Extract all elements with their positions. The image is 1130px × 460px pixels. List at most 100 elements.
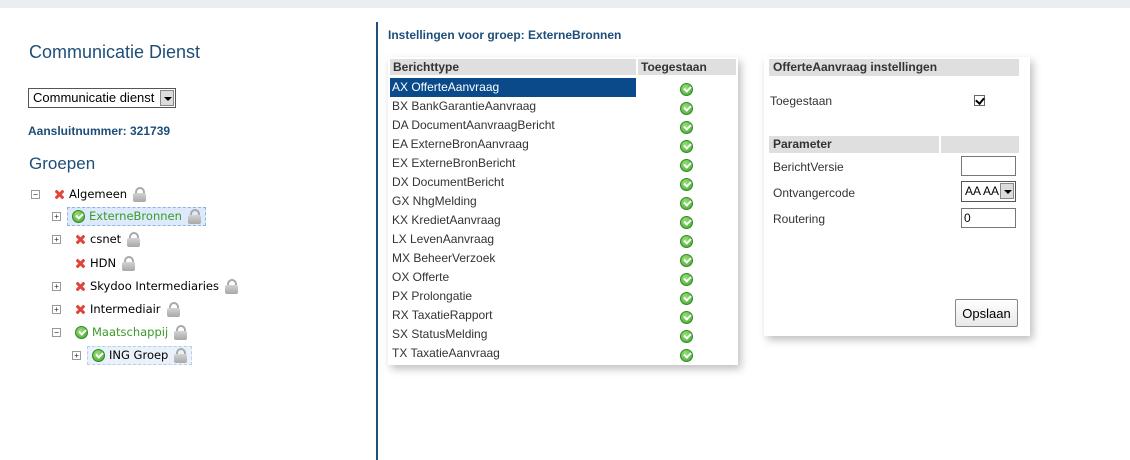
table-row[interactable]: DA DocumentAanvraagBericht <box>390 116 736 135</box>
lock-icon <box>133 186 147 202</box>
table-row[interactable]: EA ExterneBronAanvraag <box>390 135 736 154</box>
table-header: Berichttype Toegestaan <box>390 59 736 75</box>
error-icon <box>54 189 65 200</box>
panel-divider <box>376 22 378 460</box>
toegestaan-cell <box>636 136 736 153</box>
column-header-toegestaan[interactable]: Toegestaan <box>638 59 736 75</box>
table-row[interactable]: SX StatusMelding <box>390 325 736 344</box>
routering-input[interactable]: 0 <box>961 208 1016 228</box>
check-icon <box>679 311 693 324</box>
check-icon <box>75 325 88 339</box>
berichtversie-label: BerichtVersie <box>773 160 844 174</box>
check-icon <box>679 140 693 153</box>
tree-node-label: csnet <box>90 232 122 246</box>
toegestaan-cell <box>636 326 736 343</box>
berichtversie-input[interactable] <box>961 156 1016 176</box>
tree-row: − Maatschappij <box>52 322 191 342</box>
top-bar <box>0 0 1130 8</box>
groepen-title: Groepen <box>29 154 96 173</box>
tree-node-hdn[interactable]: HDN <box>71 255 139 272</box>
error-icon <box>75 258 86 269</box>
settings-panel: OfferteAanvraag instellingen Toegestaan … <box>764 57 1030 336</box>
check-icon <box>679 254 693 267</box>
berichttype-cell: PX Prolongatie <box>392 289 473 303</box>
tree-node-label: Skydoo Intermediaries <box>90 279 219 293</box>
expand-icon[interactable]: + <box>52 281 61 291</box>
check-icon <box>679 349 693 362</box>
expand-icon[interactable]: + <box>52 234 61 244</box>
chevron-down-icon[interactable] <box>160 90 174 106</box>
tree-node-label: Intermediair <box>90 302 161 316</box>
aansluitnummer: Aansluitnummer: 321739 <box>28 124 171 138</box>
check-icon <box>679 273 693 286</box>
table-row[interactable]: AX OfferteAanvraag <box>390 78 736 97</box>
table-row[interactable]: BX BankGarantieAanvraag <box>390 97 736 116</box>
tree-row: + ExterneBronnen <box>52 206 206 226</box>
dienst-select[interactable]: Communicatie dienst <box>28 88 176 108</box>
toegestaan-cell <box>636 193 736 210</box>
berichttype-cell: RX TaxatieRapport <box>392 308 493 322</box>
toegestaan-cell <box>636 117 736 134</box>
check-icon <box>679 178 693 191</box>
check-icon <box>679 121 693 134</box>
collapse-icon[interactable]: − <box>31 189 40 199</box>
tree-node-algemeen[interactable]: Algemeen <box>50 186 150 203</box>
expand-icon[interactable]: + <box>52 304 61 314</box>
berichttype-cell: GX NhgMelding <box>392 194 477 208</box>
expand-icon[interactable]: + <box>72 350 81 360</box>
tree-row: + Intermediair <box>52 299 184 319</box>
toegestaan-checkbox[interactable] <box>974 95 985 106</box>
toegestaan-label: Toegestaan <box>770 94 833 108</box>
message-type-table: Berichttype Toegestaan AX OfferteAanvraa… <box>388 57 738 365</box>
table-row[interactable]: OX Offerte <box>390 268 736 287</box>
check-icon <box>92 348 105 362</box>
berichttype-cell: DA DocumentAanvraagBericht <box>392 118 555 132</box>
tree-node-csnet[interactable]: csnet <box>71 231 144 248</box>
tree-node-skydoo[interactable]: Skydoo Intermediaries <box>71 278 242 295</box>
collapse-icon[interactable]: − <box>52 327 61 337</box>
left-panel: Communicatie Dienst Communicatie dienst … <box>0 8 376 460</box>
check-icon <box>72 209 85 223</box>
expand-icon[interactable]: + <box>52 211 61 221</box>
value-header <box>941 136 1019 153</box>
toegestaan-cell <box>636 79 736 96</box>
error-icon <box>75 281 86 292</box>
tree-row: + ING Groep <box>72 345 193 365</box>
tree-node-externebronnen[interactable]: ExterneBronnen <box>67 206 206 226</box>
table-row[interactable]: KX KredietAanvraag <box>390 211 736 230</box>
ontvangercode-select[interactable]: AA AA <box>961 181 1016 202</box>
table-row[interactable]: MX BeheerVerzoek <box>390 249 736 268</box>
table-row[interactable]: GX NhgMelding <box>390 192 736 211</box>
lock-icon <box>187 208 201 224</box>
berichttype-cell: MX BeheerVerzoek <box>392 251 496 265</box>
lock-icon <box>174 324 188 340</box>
table-row[interactable]: PX Prolongatie <box>390 287 736 306</box>
check-icon <box>679 292 693 305</box>
tree-node-maatschappij[interactable]: Maatschappij <box>71 324 191 341</box>
berichttype-cell: SX StatusMelding <box>392 327 488 341</box>
lock-icon <box>127 231 141 247</box>
save-button[interactable]: Opslaan <box>955 299 1018 327</box>
table-row[interactable]: DX DocumentBericht <box>390 173 736 192</box>
lock-icon <box>122 255 136 271</box>
table-row[interactable]: LX LevenAanvraag <box>390 230 736 249</box>
table-row[interactable]: EX ExterneBronBericht <box>390 154 736 173</box>
chevron-down-icon[interactable] <box>1000 183 1014 199</box>
berichttype-cell: AX OfferteAanvraag <box>390 78 636 97</box>
settings-title: OfferteAanvraag instellingen <box>769 59 1019 76</box>
tree-node-intermediair[interactable]: Intermediair <box>71 301 184 318</box>
check-icon <box>679 197 693 210</box>
table-row[interactable]: TX TaxatieAanvraag <box>390 344 736 363</box>
toegestaan-cell <box>636 345 736 362</box>
parameter-header: Parameter <box>769 136 1019 153</box>
berichttype-cell: BX BankGarantieAanvraag <box>392 99 537 113</box>
toegestaan-cell <box>636 250 736 267</box>
tree-node-ing-groep[interactable]: ING Groep <box>87 345 193 365</box>
column-header-berichttype[interactable]: Berichttype <box>390 59 636 75</box>
ontvangercode-value: AA AA <box>965 184 1000 198</box>
check-icon <box>679 159 693 172</box>
berichttype-cell: OX Offerte <box>392 270 450 284</box>
table-row[interactable]: RX TaxatieRapport <box>390 306 736 325</box>
check-icon <box>679 235 693 248</box>
check-icon <box>679 216 693 229</box>
